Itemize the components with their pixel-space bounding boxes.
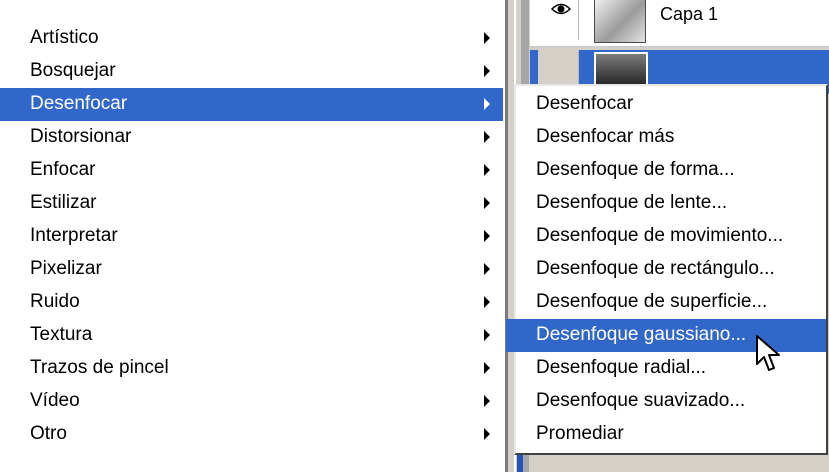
blur-submenu: Desenfocar Desenfocar más Desenfoque de fo… xyxy=(506,84,828,455)
menu-item-label: Estilizar xyxy=(30,192,97,213)
menu-item-enfocar[interactable]: Enfocar xyxy=(0,154,503,187)
menu-item-interpretar[interactable]: Interpretar xyxy=(0,220,503,253)
menu-item-bosquejar[interactable]: Bosquejar xyxy=(0,55,503,88)
menu-item-label: Vídeo xyxy=(30,390,80,411)
submenu-item-desenfocar[interactable]: Desenfocar xyxy=(516,88,826,121)
submenu-arrow-icon xyxy=(484,428,490,440)
submenu-arrow-icon xyxy=(484,197,490,209)
submenu-item-label: Desenfoque radial... xyxy=(536,357,707,378)
visibility-toggle[interactable] xyxy=(538,0,579,40)
submenu-item-desenfoque-de-superficie[interactable]: Desenfoque de superficie... xyxy=(516,286,826,319)
submenu-item-label: Desenfoque suavizado... xyxy=(536,390,746,411)
menu-item-video[interactable]: Vídeo xyxy=(0,385,503,418)
layer-name: Capa 1 xyxy=(660,4,719,24)
layer-row-capa-1[interactable]: Capa 1 xyxy=(530,0,829,47)
submenu-arrow-icon xyxy=(484,131,490,143)
submenu-item-promediar[interactable]: Promediar xyxy=(516,418,826,451)
submenu-arrow-icon xyxy=(484,263,490,275)
layer-thumbnail xyxy=(594,0,646,43)
menu-item-label: Enfocar xyxy=(30,159,96,180)
submenu-item-label: Desenfoque de movimiento... xyxy=(536,225,784,246)
submenu-arrow-icon xyxy=(484,32,490,44)
submenu-arrow-icon xyxy=(484,164,490,176)
menu-item-label: Artístico xyxy=(30,27,99,48)
submenu-arrow-icon xyxy=(484,98,490,110)
submenu-item-label: Desenfoque de superficie... xyxy=(536,291,768,312)
submenu-arrow-icon xyxy=(484,65,490,77)
submenu-item-desenfoque-suavizado[interactable]: Desenfoque suavizado... xyxy=(516,385,826,418)
submenu-item-label: Desenfoque de lente... xyxy=(536,192,728,213)
menu-item-label: Bosquejar xyxy=(30,60,116,81)
submenu-item-desenfoque-de-forma[interactable]: Desenfoque de forma... xyxy=(516,154,826,187)
cursor-icon xyxy=(756,335,780,371)
submenu-arrow-icon xyxy=(484,329,490,341)
submenu-item-desenfoque-de-movimiento[interactable]: Desenfoque de movimiento... xyxy=(516,220,826,253)
panel-border xyxy=(505,0,508,472)
menu-item-label: Trazos de pincel xyxy=(30,357,169,378)
menu-item-artistico[interactable]: Artístico xyxy=(0,22,503,55)
menu-item-distorsionar[interactable]: Distorsionar xyxy=(0,121,503,154)
menu-item-pixelizar[interactable]: Pixelizar xyxy=(0,253,503,286)
submenu-arrow-icon xyxy=(484,296,490,308)
submenu-arrow-icon xyxy=(484,230,490,242)
submenu-item-desenfoque-de-lente[interactable]: Desenfoque de lente... xyxy=(516,187,826,220)
menu-item-trazos-de-pincel[interactable]: Trazos de pincel xyxy=(0,352,503,385)
submenu-item-desenfoque-de-rectangulo[interactable]: Desenfoque de rectángulo... xyxy=(516,253,826,286)
menu-item-label: Desenfocar xyxy=(30,93,128,114)
submenu-item-label: Promediar xyxy=(536,423,624,444)
submenu-item-label: Desenfoque de rectángulo... xyxy=(536,258,775,279)
submenu-item-label: Desenfoque de forma... xyxy=(536,159,735,180)
menu-item-ruido[interactable]: Ruido xyxy=(0,286,503,319)
submenu-arrow-icon xyxy=(484,362,490,374)
submenu-item-label: Desenfocar xyxy=(536,93,634,114)
submenu-item-label: Desenfocar más xyxy=(536,126,675,147)
eye-icon xyxy=(551,3,571,15)
menu-item-label: Otro xyxy=(30,423,67,444)
menu-item-textura[interactable]: Textura xyxy=(0,319,503,352)
menu-item-desenfocar[interactable]: Desenfocar xyxy=(0,88,503,121)
menu-item-otro[interactable]: Otro xyxy=(0,418,503,451)
submenu-item-label: Desenfoque gaussiano... xyxy=(536,324,747,345)
menu-item-label: Pixelizar xyxy=(30,258,102,279)
menu-item-label: Textura xyxy=(30,324,93,345)
filter-menu: Artístico Bosquejar Desenfocar Distorsionar… xyxy=(0,0,505,472)
menu-item-label: Ruido xyxy=(30,291,80,312)
submenu-item-desenfocar-mas[interactable]: Desenfocar más xyxy=(516,121,826,154)
menu-item-label: Distorsionar xyxy=(30,126,132,147)
submenu-arrow-icon xyxy=(484,395,490,407)
menu-item-estilizar[interactable]: Estilizar xyxy=(0,187,503,220)
menu-item-label: Interpretar xyxy=(30,225,118,246)
